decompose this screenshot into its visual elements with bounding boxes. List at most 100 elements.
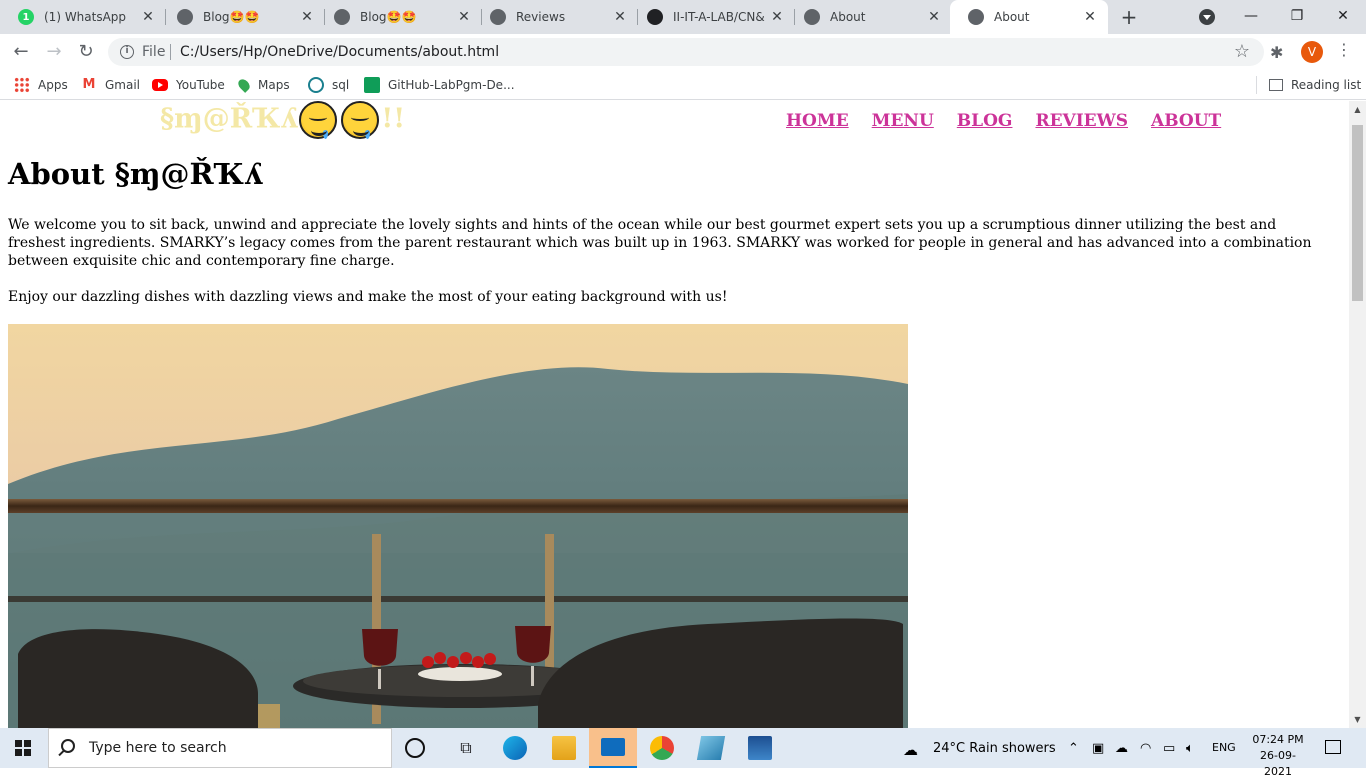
savoring-face-emoji-icon: [299, 101, 338, 139]
close-icon[interactable]: ✕: [1082, 9, 1098, 25]
mail-envelope-icon: [601, 738, 625, 756]
apps-grid-icon: [14, 77, 30, 93]
url-scheme: File: [142, 44, 166, 60]
scroll-down-arrow-icon[interactable]: ▼: [1349, 711, 1366, 728]
weather-icon[interactable]: ☁: [903, 741, 918, 759]
address-bar[interactable]: i File C:/Users/Hp/OneDrive/Documents/ab…: [108, 38, 1264, 66]
close-icon[interactable]: ✕: [612, 9, 628, 25]
tab-label: II-IT-A-LAB/CN&: [673, 10, 765, 24]
onedrive-cloud-icon[interactable]: ☁: [1115, 741, 1128, 756]
volume-icon[interactable]: 🔈︎: [1186, 741, 1194, 756]
bookmark-label: GitHub-LabPgm-De...: [388, 78, 515, 92]
bookmark-label: Apps: [38, 78, 68, 92]
whatsapp-icon: 1: [18, 9, 34, 25]
scroll-up-arrow-icon[interactable]: ▲: [1349, 101, 1366, 118]
tab-label: (1) WhatsApp: [44, 10, 127, 24]
chevron-up-icon[interactable]: ⌃: [1068, 741, 1079, 756]
clock-date: 26-09-2021: [1260, 749, 1296, 778]
new-tab-button[interactable]: +: [1118, 6, 1140, 28]
bookmarks-bar: Apps M Gmail YouTube Maps sql GitHub-Lab…: [0, 70, 1366, 100]
balcony-dining-photo: [8, 324, 908, 728]
sheets-icon: [364, 77, 380, 93]
restore-button[interactable]: ❐: [1274, 0, 1320, 34]
battery-icon[interactable]: ▭: [1163, 741, 1175, 756]
nav-about-link[interactable]: ABOUT: [1151, 111, 1221, 131]
vertical-scrollbar[interactable]: ▲ ▼: [1349, 101, 1366, 728]
tab-blog-2[interactable]: Blog🤩🤩 ✕: [316, 0, 482, 34]
minimize-button[interactable]: —: [1228, 0, 1274, 34]
file-explorer-icon[interactable]: [552, 736, 576, 760]
url-text[interactable]: C:/Users/Hp/OneDrive/Documents/about.htm…: [180, 44, 499, 60]
close-icon[interactable]: ✕: [769, 9, 785, 25]
tab-about-1[interactable]: About ✕: [786, 0, 952, 34]
wifi-icon[interactable]: ◠: [1140, 741, 1151, 756]
close-icon[interactable]: ✕: [140, 9, 156, 25]
about-paragraph: We welcome you to sit back, unwind and a…: [8, 217, 1312, 269]
bookmark-github-labpgm[interactable]: GitHub-LabPgm-De...: [364, 76, 515, 94]
nav-home-link[interactable]: HOME: [786, 111, 849, 131]
github-icon: [647, 9, 663, 25]
scrollbar-thumb[interactable]: [1352, 125, 1363, 301]
reload-button[interactable]: ↻: [74, 40, 98, 64]
photos-icon[interactable]: [748, 736, 772, 760]
tab-label: Reviews: [516, 10, 566, 24]
browser-toolbar: ← → ↻ i File C:/Users/Hp/OneDrive/Docume…: [0, 34, 1366, 70]
tab-label: Blog🤩🤩: [360, 10, 417, 24]
gmail-icon: M: [82, 77, 96, 92]
forward-button[interactable]: →: [42, 40, 66, 64]
notification-center-icon[interactable]: [1325, 740, 1341, 754]
youtube-icon: [152, 79, 168, 91]
mail-app-icon[interactable]: [589, 728, 637, 768]
drool-icon: [365, 130, 371, 139]
close-window-button[interactable]: ✕: [1320, 0, 1366, 34]
search-icon: [61, 739, 75, 753]
globe-icon: [177, 9, 193, 25]
bookmark-gmail[interactable]: M Gmail: [81, 76, 140, 94]
tab-label: About: [830, 10, 866, 24]
cortana-icon[interactable]: [405, 738, 425, 758]
bookmark-label: Gmail: [105, 78, 141, 92]
edge-browser-icon[interactable]: [503, 736, 527, 760]
windows-start-icon[interactable]: [15, 740, 31, 756]
tab-reviews[interactable]: Reviews ✕: [472, 0, 638, 34]
nav-blog-link[interactable]: BLOG: [957, 111, 1013, 131]
system-clock[interactable]: 07:24 PM 26-09-2021: [1248, 732, 1308, 780]
close-icon[interactable]: ✕: [456, 9, 472, 25]
site-nav: HOME MENU BLOG REVIEWS ABOUT: [786, 111, 1221, 131]
bookmark-label: Maps: [258, 78, 290, 92]
tab-label: Blog🤩🤩: [203, 10, 260, 24]
close-icon[interactable]: ✕: [299, 9, 315, 25]
extensions-puzzle-icon[interactable]: ✱: [1270, 43, 1283, 62]
globe-icon: [334, 9, 350, 25]
language-indicator[interactable]: ENG: [1212, 741, 1236, 754]
reading-list-button[interactable]: Reading list: [1256, 76, 1361, 94]
reading-list-icon: [1269, 79, 1283, 91]
app-icon[interactable]: [696, 736, 726, 760]
close-icon[interactable]: ✕: [926, 9, 942, 25]
bookmark-youtube[interactable]: YouTube: [152, 76, 225, 94]
tab-search-icon[interactable]: [1199, 9, 1215, 25]
bookmark-apps[interactable]: Apps: [14, 76, 68, 94]
taskbar-search-box[interactable]: Type here to search: [48, 728, 392, 768]
tab-github[interactable]: II-IT-A-LAB/CN& ✕: [629, 0, 795, 34]
bookmark-maps[interactable]: Maps: [236, 76, 290, 94]
tab-label: About: [994, 10, 1030, 24]
nav-reviews-link[interactable]: REVIEWS: [1035, 111, 1128, 131]
back-button[interactable]: ←: [9, 40, 33, 64]
omnibox-separator: [170, 44, 171, 60]
nav-menu-link[interactable]: MENU: [872, 111, 934, 131]
info-icon[interactable]: i: [120, 45, 134, 59]
meet-now-icon[interactable]: ▣: [1092, 741, 1104, 756]
windows-taskbar: Type here to search ⧉ ☁ 24°C Rain shower…: [0, 728, 1366, 778]
chrome-icon[interactable]: [650, 736, 674, 760]
enjoy-paragraph: Enjoy our dazzling dishes with dazzling …: [8, 289, 728, 305]
tab-about-active[interactable]: About ✕: [950, 0, 1108, 34]
bookmark-star-icon[interactable]: ☆: [1234, 41, 1250, 62]
tab-blog-1[interactable]: Blog🤩🤩 ✕: [159, 0, 325, 34]
menu-kebab-icon[interactable]: ⋮: [1336, 40, 1352, 59]
tab-whatsapp[interactable]: 1 (1) WhatsApp ✕: [0, 0, 166, 34]
weather-text[interactable]: 24°C Rain showers: [933, 741, 1056, 756]
profile-avatar[interactable]: V: [1301, 41, 1323, 63]
bookmark-sql[interactable]: sql: [308, 76, 349, 94]
task-view-icon[interactable]: ⧉: [454, 736, 478, 760]
